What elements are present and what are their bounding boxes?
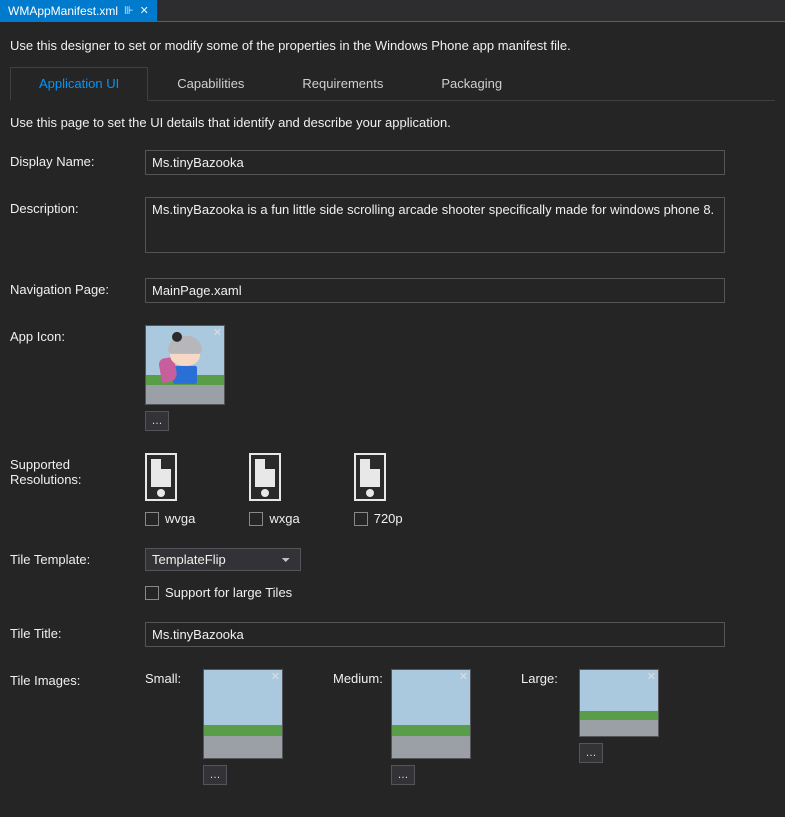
res-label-wxga: wxga [269,511,299,526]
label-tile-medium: Medium: [333,669,383,686]
close-icon[interactable]: ✕ [140,4,149,17]
remove-icon[interactable]: ✕ [213,326,222,339]
res-label-wvga: wvga [165,511,195,526]
tab-capabilities[interactable]: Capabilities [148,67,273,100]
label-tile-small: Small: [145,669,195,686]
pin-icon[interactable]: ⊪ [124,4,134,17]
tile-large-preview[interactable]: ✕ [579,669,659,737]
tile-medium-preview[interactable]: ✕ [391,669,471,759]
document-tab-title: WMAppManifest.xml [8,4,118,18]
document-tab-bar: WMAppManifest.xml ⊪ ✕ [0,0,785,22]
browse-tile-small-button[interactable]: … [203,765,227,785]
phone-icon [145,453,177,501]
designer-content: Use this designer to set or modify some … [0,22,785,817]
select-tile-template[interactable]: TemplateFlip [145,548,301,571]
input-description[interactable]: Ms.tinyBazooka is a fun little side scro… [145,197,725,253]
remove-icon[interactable]: ✕ [459,670,468,683]
phone-icon [249,453,281,501]
checkbox-wxga[interactable] [249,512,263,526]
browse-tile-large-button[interactable]: … [579,743,603,763]
res-label-720p: 720p [374,511,403,526]
label-navigation-page: Navigation Page: [10,278,145,297]
label-display-name: Display Name: [10,150,145,169]
phone-icon [354,453,386,501]
designer-intro: Use this designer to set or modify some … [10,32,775,53]
input-display-name[interactable] [145,150,725,175]
remove-icon[interactable]: ✕ [647,670,656,683]
checkbox-wvga[interactable] [145,512,159,526]
section-tabs: Application UI Capabilities Requirements… [10,67,775,101]
input-tile-title[interactable] [145,622,725,647]
tab-application-ui[interactable]: Application UI [10,67,148,101]
label-app-icon: App Icon: [10,325,145,344]
page-subintro: Use this page to set the UI details that… [10,115,775,130]
tab-requirements[interactable]: Requirements [273,67,412,100]
document-tab-active[interactable]: WMAppManifest.xml ⊪ ✕ [0,0,157,21]
label-supported-res: Supported Resolutions: [10,453,145,487]
label-tile-template: Tile Template: [10,548,145,567]
tile-small-preview[interactable]: ✕ [203,669,283,759]
label-tile-title: Tile Title: [10,622,145,641]
checkbox-720p[interactable] [354,512,368,526]
input-navigation-page[interactable] [145,278,725,303]
browse-app-icon-button[interactable]: … [145,411,169,431]
label-tile-large: Large: [521,669,571,686]
label-description: Description: [10,197,145,216]
resolution-720p: 720p [354,453,403,526]
resolution-wvga: wvga [145,453,195,526]
app-icon-preview[interactable]: ✕ [145,325,225,405]
tab-packaging[interactable]: Packaging [412,67,531,100]
label-support-large: Support for large Tiles [165,585,292,600]
checkbox-support-large[interactable] [145,586,159,600]
browse-tile-medium-button[interactable]: … [391,765,415,785]
remove-icon[interactable]: ✕ [271,670,280,683]
resolution-wxga: wxga [249,453,299,526]
label-tile-images: Tile Images: [10,669,145,688]
